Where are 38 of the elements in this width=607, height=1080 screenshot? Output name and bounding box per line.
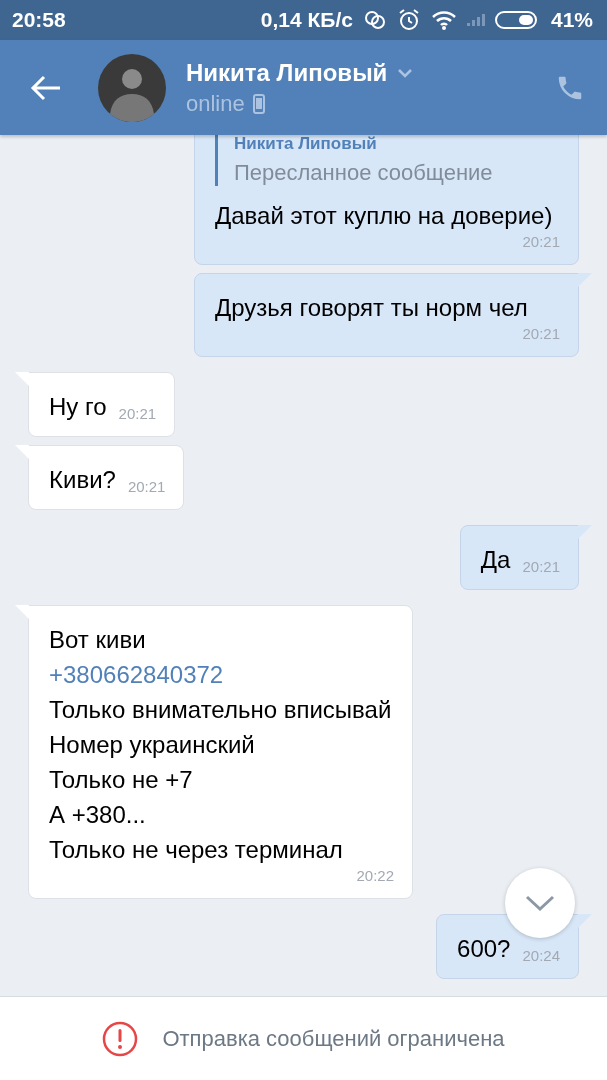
restriction-notice: Отправка сообщений ограничена (162, 1025, 505, 1052)
message-time: 20:21 (127, 478, 166, 495)
back-arrow-icon[interactable] (30, 74, 62, 101)
battery-percent: 41% (550, 8, 593, 32)
message-time: 20:21 (522, 325, 560, 342)
contact-name[interactable]: Никита Липовый (186, 58, 388, 87)
mobile-phone-icon (252, 93, 265, 114)
message-text: Только внимательно вписывай (49, 695, 392, 725)
message-time: 20:21 (118, 405, 157, 422)
message-text: Вот киви (49, 625, 147, 655)
phone-link[interactable]: +380662840372 (49, 657, 392, 692)
message-time: 20:21 (522, 233, 560, 250)
sync-icon (362, 9, 387, 31)
message-text: Да (480, 545, 511, 575)
clock-time: 20:58 (12, 8, 66, 32)
message-text: Давай этот куплю на доверие) (215, 201, 553, 231)
avatar[interactable] (98, 53, 166, 122)
network-speed: 0,14 КБ/с (260, 8, 353, 32)
message-text: А +380... (49, 800, 147, 830)
message-text: Номер украинский (49, 730, 256, 760)
wifi-icon (430, 9, 457, 31)
message-time: 20:21 (522, 558, 560, 575)
message-time: 20:24 (522, 947, 560, 964)
forwarded-label: Пересланное сообщение (234, 160, 494, 186)
message-text: Только не через терминал (49, 835, 344, 865)
scroll-down-button[interactable] (505, 868, 575, 938)
message-text: Киви? (49, 465, 116, 495)
online-status: online (186, 90, 245, 117)
message-text: Друзья говорят ты норм чел (215, 293, 528, 323)
signal-icon (466, 14, 485, 26)
warning-icon (102, 1020, 139, 1057)
message-text: Только не +7 (49, 765, 194, 795)
message-text: Ну го (49, 392, 107, 422)
chevron-down-icon (525, 894, 555, 912)
forwarded-author[interactable]: Никита Липовый (234, 135, 560, 154)
message-text: 600? (457, 934, 511, 964)
chevron-down-icon (397, 67, 414, 78)
message-time: 20:22 (356, 867, 394, 884)
